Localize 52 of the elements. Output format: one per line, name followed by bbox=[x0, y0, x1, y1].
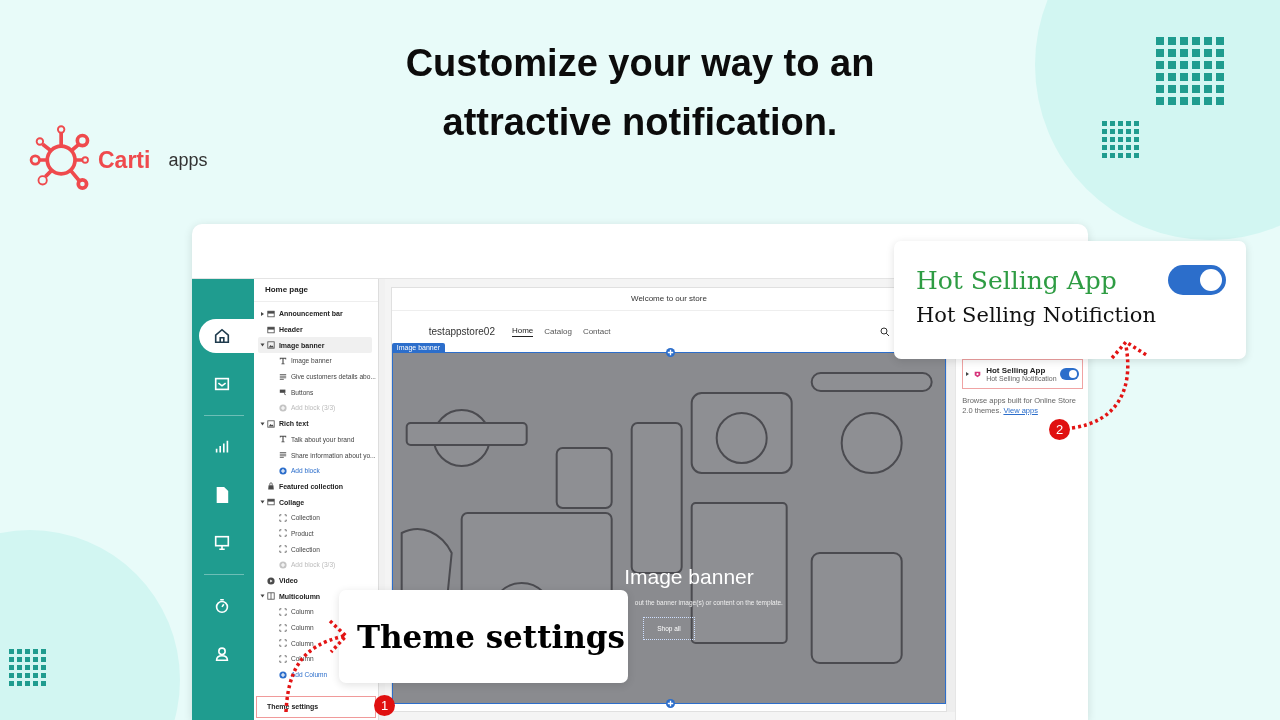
paragraph-icon bbox=[278, 451, 287, 460]
frame-icon bbox=[278, 607, 287, 616]
caret-icon[interactable] bbox=[260, 594, 265, 598]
dot-pattern bbox=[1101, 120, 1141, 160]
toggle-switch[interactable] bbox=[1168, 265, 1226, 295]
dot-pattern bbox=[1155, 36, 1227, 108]
shield-icon bbox=[974, 370, 982, 378]
image-icon bbox=[266, 341, 275, 350]
add-icon bbox=[278, 670, 287, 679]
frame-icon bbox=[278, 545, 287, 554]
store-name: testappstore02 bbox=[428, 326, 495, 337]
image-icon bbox=[266, 419, 275, 428]
nav-link[interactable]: Home bbox=[511, 326, 534, 337]
toggle-switch[interactable] bbox=[1060, 368, 1079, 380]
layout-bar-icon bbox=[266, 498, 275, 507]
frame-icon bbox=[278, 529, 287, 538]
callout-title: Theme settings bbox=[357, 618, 625, 655]
search-icon[interactable] bbox=[880, 327, 891, 337]
frame-icon bbox=[278, 639, 287, 648]
layout-bar-icon bbox=[266, 309, 275, 318]
button-icon bbox=[278, 388, 287, 397]
nav-link[interactable]: Contact bbox=[582, 326, 611, 337]
text-icon bbox=[278, 356, 287, 365]
add-section-icon[interactable] bbox=[665, 348, 675, 357]
home-nav-button[interactable] bbox=[198, 319, 254, 353]
add-icon bbox=[278, 466, 287, 475]
app-name: Hot Selling App bbox=[986, 366, 1047, 375]
columns-icon bbox=[266, 592, 275, 601]
monitor-icon bbox=[213, 534, 232, 552]
nav-link[interactable]: Catalog bbox=[544, 326, 572, 337]
caret-icon[interactable] bbox=[260, 343, 265, 347]
frame-icon bbox=[278, 623, 287, 632]
logo-text: Carti bbox=[98, 146, 151, 174]
inbox-icon bbox=[213, 375, 232, 393]
caret-icon[interactable] bbox=[260, 422, 265, 426]
dot-pattern bbox=[8, 648, 48, 688]
add-section-icon[interactable] bbox=[665, 699, 675, 708]
logo-suffix: apps bbox=[168, 149, 208, 171]
caret-icon[interactable] bbox=[260, 311, 264, 316]
paragraph-icon bbox=[278, 372, 287, 381]
play-icon bbox=[266, 576, 275, 585]
layout-bar-icon bbox=[266, 325, 275, 334]
sidebar-title: Home page bbox=[253, 279, 378, 302]
caret-icon[interactable] bbox=[260, 500, 265, 504]
headline: Customize your way to an attractive notification. bbox=[404, 41, 876, 145]
text-icon bbox=[278, 435, 287, 444]
home-icon bbox=[213, 327, 232, 345]
add-icon bbox=[278, 560, 287, 569]
add-icon bbox=[278, 403, 287, 412]
frame-icon bbox=[278, 654, 287, 663]
bag-icon bbox=[266, 482, 275, 491]
frame-icon bbox=[278, 513, 287, 522]
